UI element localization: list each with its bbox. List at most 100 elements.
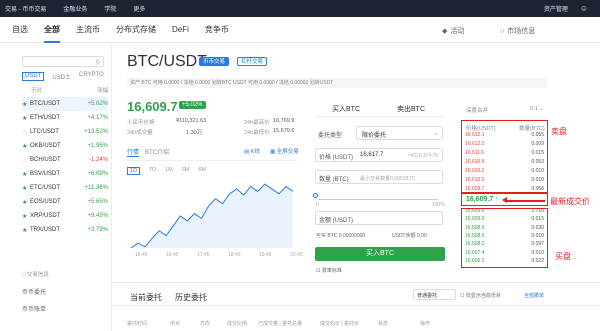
star-icon[interactable]: ★: [22, 143, 30, 150]
interval-3m[interactable]: 3M: [182, 167, 190, 175]
market-info-link[interactable]: ○ 市场信息: [500, 26, 535, 36]
interval-1d[interactable]: 1D: [127, 167, 141, 175]
star-icon[interactable]: ☆: [22, 129, 30, 136]
tab-current-orders[interactable]: 当前委托: [130, 292, 162, 303]
interval-7d[interactable]: 7D: [149, 167, 156, 175]
nav-finance[interactable]: 金融业务: [63, 4, 87, 13]
orders-col-header: 状态: [378, 321, 389, 327]
star-icon[interactable]: ★: [22, 213, 30, 220]
link-spot-orders[interactable]: 币币委托: [22, 287, 46, 296]
tab-sell-btc[interactable]: 卖出BTC: [397, 104, 425, 114]
order-type-select[interactable]: 限价委托 ⌄: [356, 126, 443, 140]
link-spot-bills[interactable]: 币币账单: [22, 304, 46, 313]
order-type-value: 限价委托: [362, 133, 387, 139]
order-type-label: 委托类型: [318, 133, 343, 139]
tab-mainstream[interactable]: 主流币: [76, 17, 100, 43]
only-current-pair-checkbox[interactable]: ☐ 仅显示当前币对: [460, 292, 501, 299]
slider-handle[interactable]: [313, 193, 318, 198]
chart-x-tick-label: 16:45: [166, 252, 179, 258]
tab-order-history[interactable]: 历史委托: [175, 292, 207, 303]
tab-alt-coins[interactable]: 竞争币: [205, 17, 229, 43]
tab-all[interactable]: 全部: [44, 17, 60, 43]
price-input[interactable]: 价格 (USDT) 16,617.7 ≈¥110,374.76: [315, 148, 443, 162]
market-pair-row[interactable]: ★ XRP/USDT +9.45%: [22, 209, 108, 223]
pair-name: BTC/USDT: [30, 101, 60, 107]
trade-info-title-text: 交易信息: [26, 272, 49, 278]
kline-icon: ▤: [244, 149, 250, 155]
tab-usdk[interactable]: USD士: [52, 72, 71, 81]
tab-distributed-storage[interactable]: 分布式存储: [116, 17, 156, 43]
col-pair[interactable]: 币对: [31, 88, 42, 94]
star-icon[interactable]: ★: [22, 171, 30, 178]
market-pair-row[interactable]: ☆ LTC/USDT +13.52%: [22, 125, 108, 139]
tab-usdt[interactable]: USDT: [22, 72, 45, 81]
col-change[interactable]: 涨幅: [97, 86, 108, 94]
nav-academy[interactable]: 学院: [104, 4, 116, 13]
orders-col-header: 委托时间: [127, 321, 148, 327]
pair-name: LTC/USDT: [30, 129, 59, 135]
chart-x-tick-label: 19:45: [259, 252, 272, 258]
market-pair-row[interactable]: ★ EOS/USDT +5.65%: [22, 195, 108, 209]
price-change-badge: +5.02%: [179, 101, 206, 109]
high-24h-label: 24h最高价: [244, 120, 270, 126]
star-icon[interactable]: ★: [22, 227, 30, 234]
star-icon[interactable]: ★: [22, 115, 30, 122]
nav-trade[interactable]: 交易 - 币币交易: [5, 4, 46, 13]
fullscreen-trade-link[interactable]: ▦ 全屏交易: [270, 147, 299, 155]
cancel-all-button[interactable]: 全部撤单: [524, 292, 544, 299]
user-icon[interactable]: ☺: [580, 4, 588, 13]
fee-rate-checkbox[interactable]: ☑ 费率标准: [316, 267, 342, 274]
market-pair-row[interactable]: ★ BSV/USDT +6.09%: [22, 167, 108, 181]
market-search-input[interactable]: ⚲: [22, 56, 104, 67]
tab-market[interactable]: 行情: [127, 147, 140, 157]
tab-buy-btc[interactable]: 买入BTC: [332, 104, 360, 114]
market-pair-row[interactable]: ★ BTC/USDT +5.02%: [22, 97, 108, 111]
tab-defi[interactable]: DeFi: [172, 17, 189, 43]
star-icon[interactable]: ★: [22, 199, 30, 206]
section-divider: [112, 282, 600, 283]
chevron-down-icon: ⌄: [539, 106, 544, 112]
trade-tab-divider: [315, 116, 445, 117]
pair-name: BSV/USDT: [30, 171, 61, 177]
interval-6m[interactable]: 6M: [198, 167, 206, 175]
spot-trade-tag[interactable]: 币币交易: [199, 57, 230, 66]
order-filter-value: 普通委托: [417, 293, 438, 299]
asks-annotation: 卖盘: [551, 127, 567, 136]
kline-link[interactable]: ▤ K线: [244, 147, 260, 155]
tab-btc-intro[interactable]: BTC介绍: [145, 147, 169, 157]
pair-name: XRP/USDT: [30, 213, 61, 219]
nav-asset-management[interactable]: 资产管理: [544, 4, 568, 13]
market-pair-row[interactable]: ★ OKB/USDT +1.95%: [22, 139, 108, 153]
star-icon[interactable]: ★: [22, 101, 30, 108]
star-icon[interactable]: ☆: [22, 157, 30, 164]
available-btc: 可买 BTC 0.00000000: [316, 233, 366, 239]
market-pair-row[interactable]: ★ TRX/USDT +3.79%: [22, 223, 108, 237]
chart-x-tick-label: 18:45: [228, 252, 241, 258]
asset-balance-bar: 资产 BTC 可用 0.0000 / 冻结 0.0000 划转BTC USDT …: [127, 78, 547, 88]
market-pair-row[interactable]: ★ ETH/USDT +4.17%: [22, 111, 108, 125]
amount-input[interactable]: 数量 (BTC) 最小交易数量0.0001BTC: [315, 170, 443, 184]
pair-change: +9.45%: [87, 213, 108, 219]
cny-price: ¥110,321.63: [176, 118, 207, 124]
pair-change: -1.24%: [88, 157, 108, 163]
amount-slider[interactable]: [318, 199, 438, 200]
last-price: 16,609.7: [127, 99, 178, 114]
buy-btc-button[interactable]: 买入BTC: [315, 247, 445, 261]
interval-1m[interactable]: 1M: [165, 167, 173, 175]
trade-info-title: □ 交易信息: [22, 270, 49, 278]
nav-more[interactable]: 更多: [133, 4, 145, 13]
depth-merge-select[interactable]: 0.1 ⌄: [530, 106, 544, 112]
interval-tabs: 1D 7D 1M 3M 6M: [127, 167, 215, 175]
star-icon[interactable]: ★: [22, 185, 30, 192]
tab-crypto[interactable]: CRYPTO: [79, 72, 104, 81]
price-line-chart[interactable]: [127, 178, 297, 254]
tab-favorites[interactable]: 自选: [12, 17, 28, 43]
market-pair-row[interactable]: ★ ETC/USDT +11.36%: [22, 181, 108, 195]
amount-min-hint: 最小交易数量0.0001BTC: [360, 176, 416, 182]
order-filter-select[interactable]: 普通委托: [413, 289, 456, 300]
market-pair-row[interactable]: ☆ BCH/USDT -1.24%: [22, 153, 108, 167]
pair-name: EOS/USDT: [30, 199, 61, 205]
activity-link[interactable]: ◆ 活动: [442, 26, 464, 36]
total-input[interactable]: 金额 (USDT): [315, 211, 443, 225]
margin-trade-tag[interactable]: 杠杆交易: [237, 57, 268, 66]
